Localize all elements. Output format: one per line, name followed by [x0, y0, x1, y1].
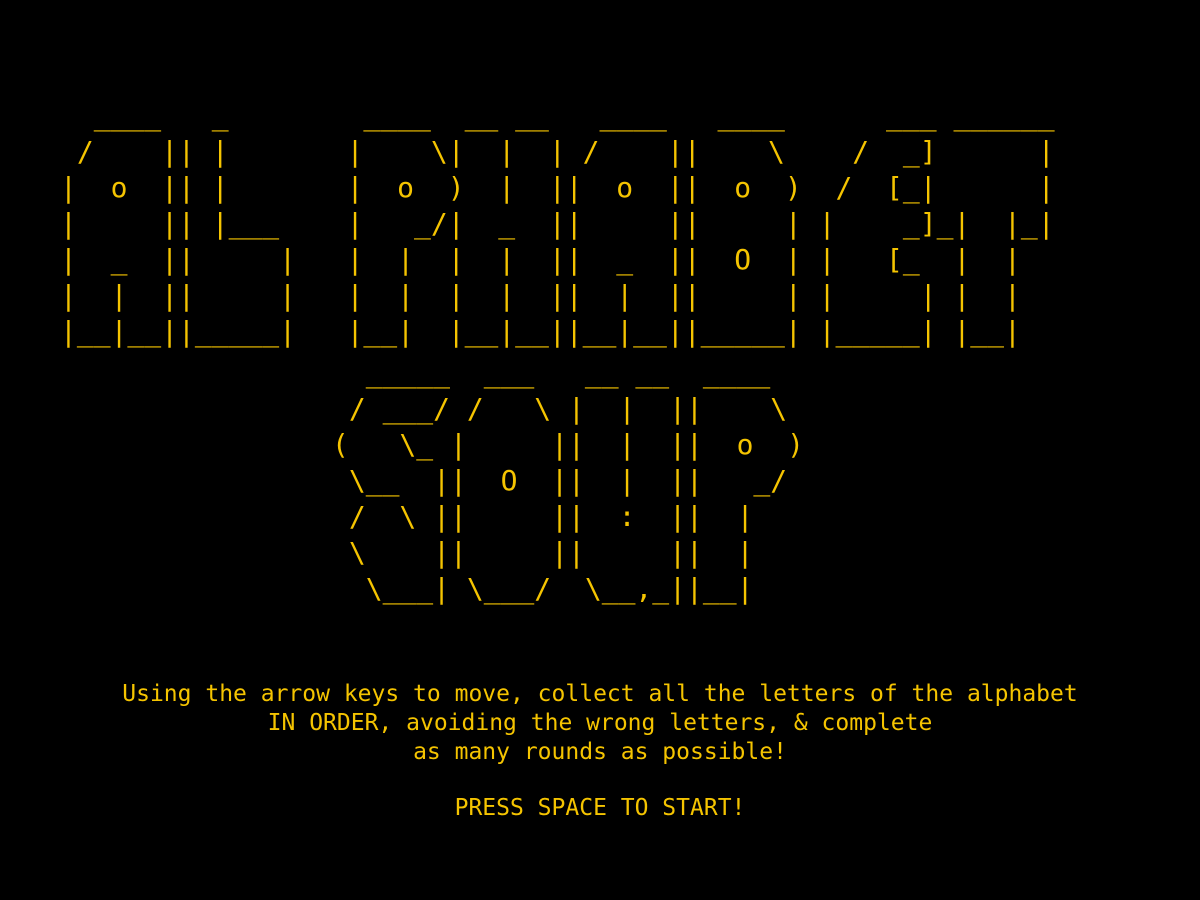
- title-ascii-alphabet: ____ _ ____ __ __ ____ ____ ___ ______ /…: [60, 99, 1055, 348]
- start-prompt[interactable]: PRESS SPACE TO START!: [0, 794, 1200, 823]
- instructions-line-3: as many rounds as possible!: [413, 739, 787, 765]
- title-ascii-soup: _____ ___ __ __ ____ / ___/ / \ | | || \…: [332, 356, 805, 605]
- instructions-text: Using the arrow keys to move, collect al…: [0, 680, 1200, 767]
- instructions-line-2: IN ORDER, avoiding the wrong letters, & …: [267, 710, 933, 736]
- game-screen[interactable]: ____ _ ____ __ __ ____ ____ ___ ______ /…: [0, 0, 1200, 900]
- instructions-line-1: Using the arrow keys to move, collect al…: [122, 681, 1078, 707]
